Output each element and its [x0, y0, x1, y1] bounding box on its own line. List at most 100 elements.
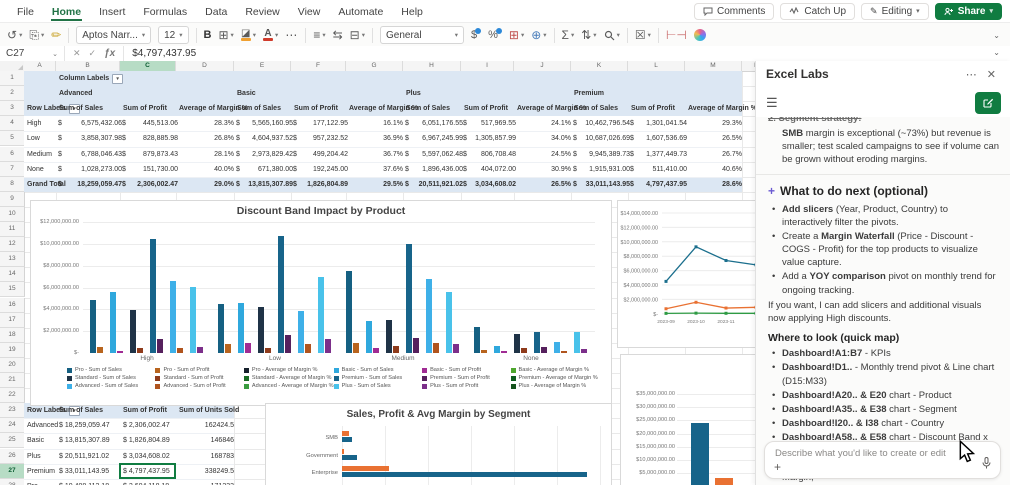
cell-L6[interactable]: $1,377,449.73 — [628, 147, 690, 162]
cell-K6[interactable]: $9,945,389.73 — [571, 147, 633, 162]
bar-premium-sales-low[interactable] — [278, 236, 284, 353]
cell-F5[interactable]: $957,232.52 — [291, 131, 351, 146]
bar-standard-profit-none[interactable] — [521, 348, 527, 353]
bar-plus-sales-high[interactable] — [190, 287, 196, 353]
bar-premium-profit-none[interactable] — [541, 347, 547, 353]
cell-G8[interactable]: 29.5% — [346, 177, 406, 192]
pivot2-row-advanced[interactable]: Advanced — [24, 418, 59, 433]
row-header-26[interactable]: 26 — [0, 449, 25, 464]
bar-advanced-sales-high[interactable] — [170, 281, 176, 353]
bar-basic-profit-none[interactable] — [501, 351, 507, 353]
row-header-6[interactable]: 6 — [0, 147, 25, 162]
bar-pro-profit-high[interactable] — [97, 347, 103, 353]
row-header-22[interactable]: 22 — [0, 388, 25, 403]
bar-standard-sales-high[interactable] — [130, 310, 136, 353]
bar-plus-sales-none[interactable] — [574, 332, 580, 353]
cell-J4[interactable]: 24.1% — [514, 116, 574, 131]
cell-L8[interactable]: $4,797,437.95 — [628, 177, 690, 192]
cell-E6[interactable]: $2,973,829.42 — [234, 147, 296, 162]
menu-tab-automate[interactable]: Automate — [329, 2, 392, 21]
cell-D8[interactable]: 29.0% — [176, 177, 237, 192]
collapse-ribbon-chevron[interactable]: ⌄ — [993, 31, 1000, 40]
menu-tab-insert[interactable]: Insert — [90, 2, 134, 21]
segment-profit-bar[interactable] — [342, 431, 349, 436]
chart-segment[interactable]: Sales, Profit & Avg Margin by Segment SM… — [265, 403, 612, 485]
row-header-14[interactable]: 14 — [0, 267, 25, 282]
comments-button[interactable]: Comments — [694, 3, 774, 20]
cell-C4[interactable]: $445,513.06 — [120, 116, 181, 131]
autosum-button[interactable]: Σ▾ — [562, 29, 575, 41]
pivot1-measure-header[interactable]: Sum of Profit — [291, 101, 349, 116]
bar-advanced-profit-medium[interactable] — [433, 343, 439, 353]
cell-F4[interactable]: $177,122.95 — [291, 116, 351, 131]
row-header-11[interactable]: 11 — [0, 222, 25, 237]
bar-plus-profit-medium[interactable] — [453, 344, 459, 353]
enter-icon[interactable]: ✓ — [89, 48, 97, 59]
bar-pro-sales-medium[interactable] — [346, 271, 352, 353]
pivot1-column-labels[interactable]: Column Labels▾ — [56, 71, 123, 86]
cell-G6[interactable]: 36.7% — [346, 147, 406, 162]
bar-standard-profit-medium[interactable] — [393, 346, 399, 353]
number-format-select[interactable]: General▾ — [380, 26, 464, 44]
bar-pro-sales-high[interactable] — [90, 300, 96, 353]
alignment-button[interactable]: ≡▾ — [313, 29, 325, 41]
pivot1-grand-total[interactable]: Grand Total — [24, 177, 59, 192]
row-header-27[interactable]: 27 — [0, 464, 26, 479]
row-header-19[interactable]: 19 — [0, 343, 25, 358]
pivot1-measure-header[interactable]: Sum of Sales — [234, 101, 294, 116]
bar-basic-sales-medium[interactable] — [366, 321, 372, 353]
row-header-7[interactable]: 7 — [0, 162, 25, 177]
attach-plus-icon[interactable]: + — [774, 460, 781, 474]
bar-advanced-sales-low[interactable] — [298, 311, 304, 353]
cell-L4[interactable]: $1,301,041.54 — [628, 116, 690, 131]
pivot1-row-medium[interactable]: Medium — [24, 147, 59, 162]
new-chat-button[interactable] — [975, 92, 1001, 114]
cell-L5[interactable]: $1,607,536.69 — [628, 131, 690, 146]
menu-tab-home[interactable]: Home — [43, 2, 90, 21]
copilot-button[interactable] — [694, 29, 706, 41]
cell-K5[interactable]: $10,687,026.69 — [571, 131, 633, 146]
cell-H8[interactable]: $20,511,921.02 — [403, 177, 466, 192]
cell-K4[interactable]: $10,462,796.54 — [571, 116, 633, 131]
cell-I6[interactable]: $806,708.48 — [461, 147, 519, 162]
font-name-select[interactable]: Aptos Narr...▾ — [76, 26, 151, 44]
cell-H5[interactable]: $6,967,245.99 — [403, 131, 466, 146]
pivot2-row-pro[interactable]: Pro — [24, 479, 59, 485]
cell-K7[interactable]: $1,915,931.00 — [571, 162, 633, 177]
cell-G4[interactable]: 16.1% — [346, 116, 406, 131]
bar-plus-sales-medium[interactable] — [446, 292, 452, 353]
pivot2-row-plus[interactable]: Plus — [24, 449, 59, 464]
cell-E5[interactable]: $4,604,937.52 — [234, 131, 296, 146]
pivot1-row-high[interactable]: High — [24, 116, 59, 131]
conditional-formatting-button[interactable]: ⊕▾ — [531, 29, 546, 41]
sort-filter-button[interactable]: ⇅▾ — [581, 29, 596, 41]
bar-pro-sales-none[interactable] — [474, 327, 480, 353]
pivot2-row-basic[interactable]: Basic — [24, 433, 59, 448]
segment-sales-bar[interactable] — [342, 437, 352, 442]
bar-pro-profit-medium[interactable] — [353, 343, 359, 353]
pivot1-measure-header[interactable]: Average of Margin % — [514, 101, 574, 116]
bar-premium-sales-medium[interactable] — [406, 244, 412, 353]
bar-plus-sales-low[interactable] — [318, 277, 324, 353]
pivot1-row-low[interactable]: Low — [24, 131, 59, 146]
chart-monthly-trend[interactable]: $14,000,000.00$12,000,000.00$10,000,000.… — [617, 200, 760, 348]
pivot1-measure-header[interactable]: Sum of Sales — [571, 101, 631, 116]
cell-D28[interactable]: 171233 — [176, 479, 242, 485]
cell-D5[interactable]: 26.8% — [176, 131, 237, 146]
cell-G7[interactable]: 37.6% — [346, 162, 406, 177]
cancel-icon[interactable]: ✕ — [73, 48, 81, 59]
cell-E4[interactable]: $5,565,160.95 — [234, 116, 296, 131]
bar-basic-sales-low[interactable] — [238, 303, 244, 353]
clear-button[interactable]: ☒▾ — [635, 29, 651, 41]
row-header-2[interactable]: 2 — [0, 86, 25, 101]
bar-basic-sales-high[interactable] — [110, 292, 116, 353]
pivot1-measure-header[interactable]: Sum of Sales — [403, 101, 464, 116]
row-header-8[interactable]: 8 — [0, 177, 25, 192]
bar-premium-sales-high[interactable] — [150, 239, 156, 353]
cell-E7[interactable]: $671,380.00 — [234, 162, 296, 177]
share-button[interactable]: Share ▾ — [935, 3, 1002, 20]
bar-advanced-sales-none[interactable] — [554, 342, 560, 353]
spreadsheet-grid[interactable]: ABCDEFGHIJKLMN12345678910111213141516171… — [0, 61, 760, 485]
cell-C6[interactable]: $879,873.43 — [120, 147, 181, 162]
pivot1-group-plus[interactable]: Plus — [403, 86, 464, 101]
